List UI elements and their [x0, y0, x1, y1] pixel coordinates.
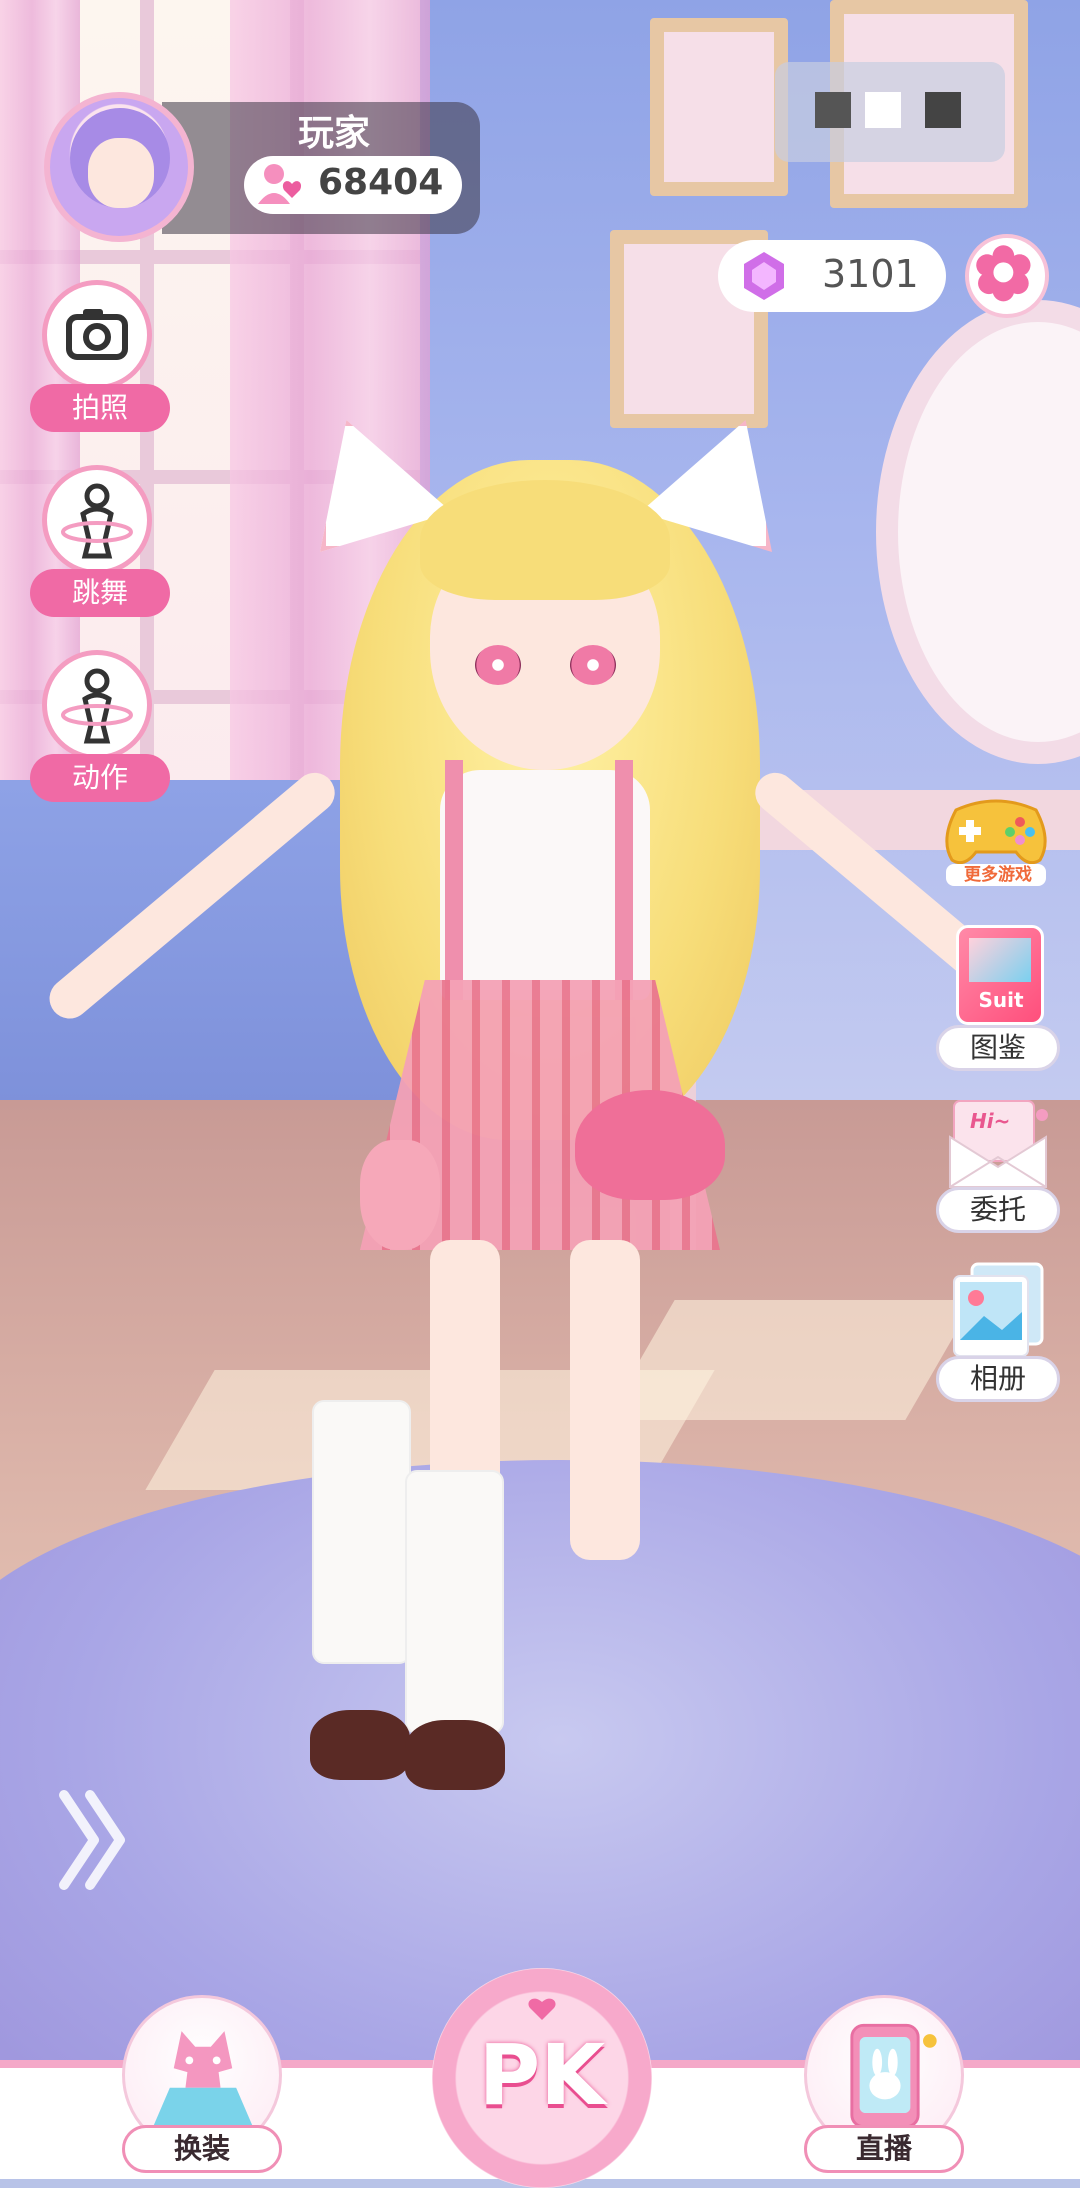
- dance-label: 跳舞: [30, 569, 170, 617]
- gem-counter[interactable]: 3101: [718, 240, 946, 312]
- character-bangs: [420, 480, 670, 600]
- collection-icon: Suit: [956, 925, 1044, 1025]
- collection-button[interactable]: Suit 图鉴: [936, 925, 1060, 1075]
- avatar[interactable]: [44, 92, 194, 242]
- commission-button[interactable]: Hi~ 委托: [936, 1095, 1060, 1235]
- popularity-heart-icon: [258, 164, 302, 204]
- more-games-label: 更多游戏: [964, 865, 1032, 885]
- gem-icon: [744, 252, 784, 300]
- commission-label: 委托: [936, 1187, 1060, 1233]
- album-button[interactable]: 相册: [936, 1260, 1060, 1405]
- bear-charm: [360, 1140, 440, 1250]
- dance-icon: [61, 483, 133, 559]
- wall-frame: [650, 18, 788, 196]
- blurred-region: [775, 62, 1005, 162]
- character-bag: [575, 1090, 725, 1200]
- photo-label: 拍照: [30, 384, 170, 432]
- suit-badge: Suit: [978, 988, 1024, 1012]
- pk-label: PK: [478, 2026, 606, 2124]
- mail-badge: Hi~: [970, 1109, 1011, 1133]
- player-character[interactable]: [41, 420, 1049, 1820]
- character-leg-right: [570, 1240, 640, 1560]
- album-icon: [953, 1262, 1044, 1357]
- pose-icon: [61, 668, 133, 744]
- suspender-strap: [615, 760, 633, 1000]
- pk-button[interactable]: PK: [432, 1968, 652, 2188]
- collection-label: 图鉴: [936, 1025, 1060, 1071]
- flower-settings-icon: [976, 245, 1031, 302]
- gem-value: 3101: [822, 252, 919, 296]
- expand-chevron-icon[interactable]: [56, 1785, 136, 1895]
- dance-button[interactable]: 跳舞: [30, 465, 170, 625]
- shoe-right: [405, 1720, 505, 1790]
- leg-warmer-right: [405, 1470, 504, 1734]
- camera-icon: [66, 309, 128, 360]
- dress-up-button[interactable]: 换装: [122, 1995, 282, 2175]
- player-name: 玩家: [297, 113, 370, 154]
- settings-button[interactable]: [965, 234, 1049, 318]
- photo-button[interactable]: 拍照: [30, 280, 170, 440]
- pose-label: 动作: [30, 754, 170, 802]
- more-games-button[interactable]: 更多游戏: [936, 790, 1056, 890]
- heart-icon: [528, 1998, 556, 2020]
- leg-warmer-left: [312, 1400, 411, 1664]
- album-label: 相册: [936, 1356, 1060, 1402]
- popularity-counter: 68404: [244, 156, 462, 214]
- dress-up-label: 换装: [122, 2125, 282, 2173]
- suspender-strap: [445, 760, 463, 1000]
- live-stream-button[interactable]: 直播: [804, 1995, 964, 2175]
- live-stream-label: 直播: [804, 2125, 964, 2173]
- popularity-value: 68404: [318, 162, 444, 203]
- pose-button[interactable]: 动作: [30, 650, 170, 810]
- shoe-left: [310, 1710, 410, 1780]
